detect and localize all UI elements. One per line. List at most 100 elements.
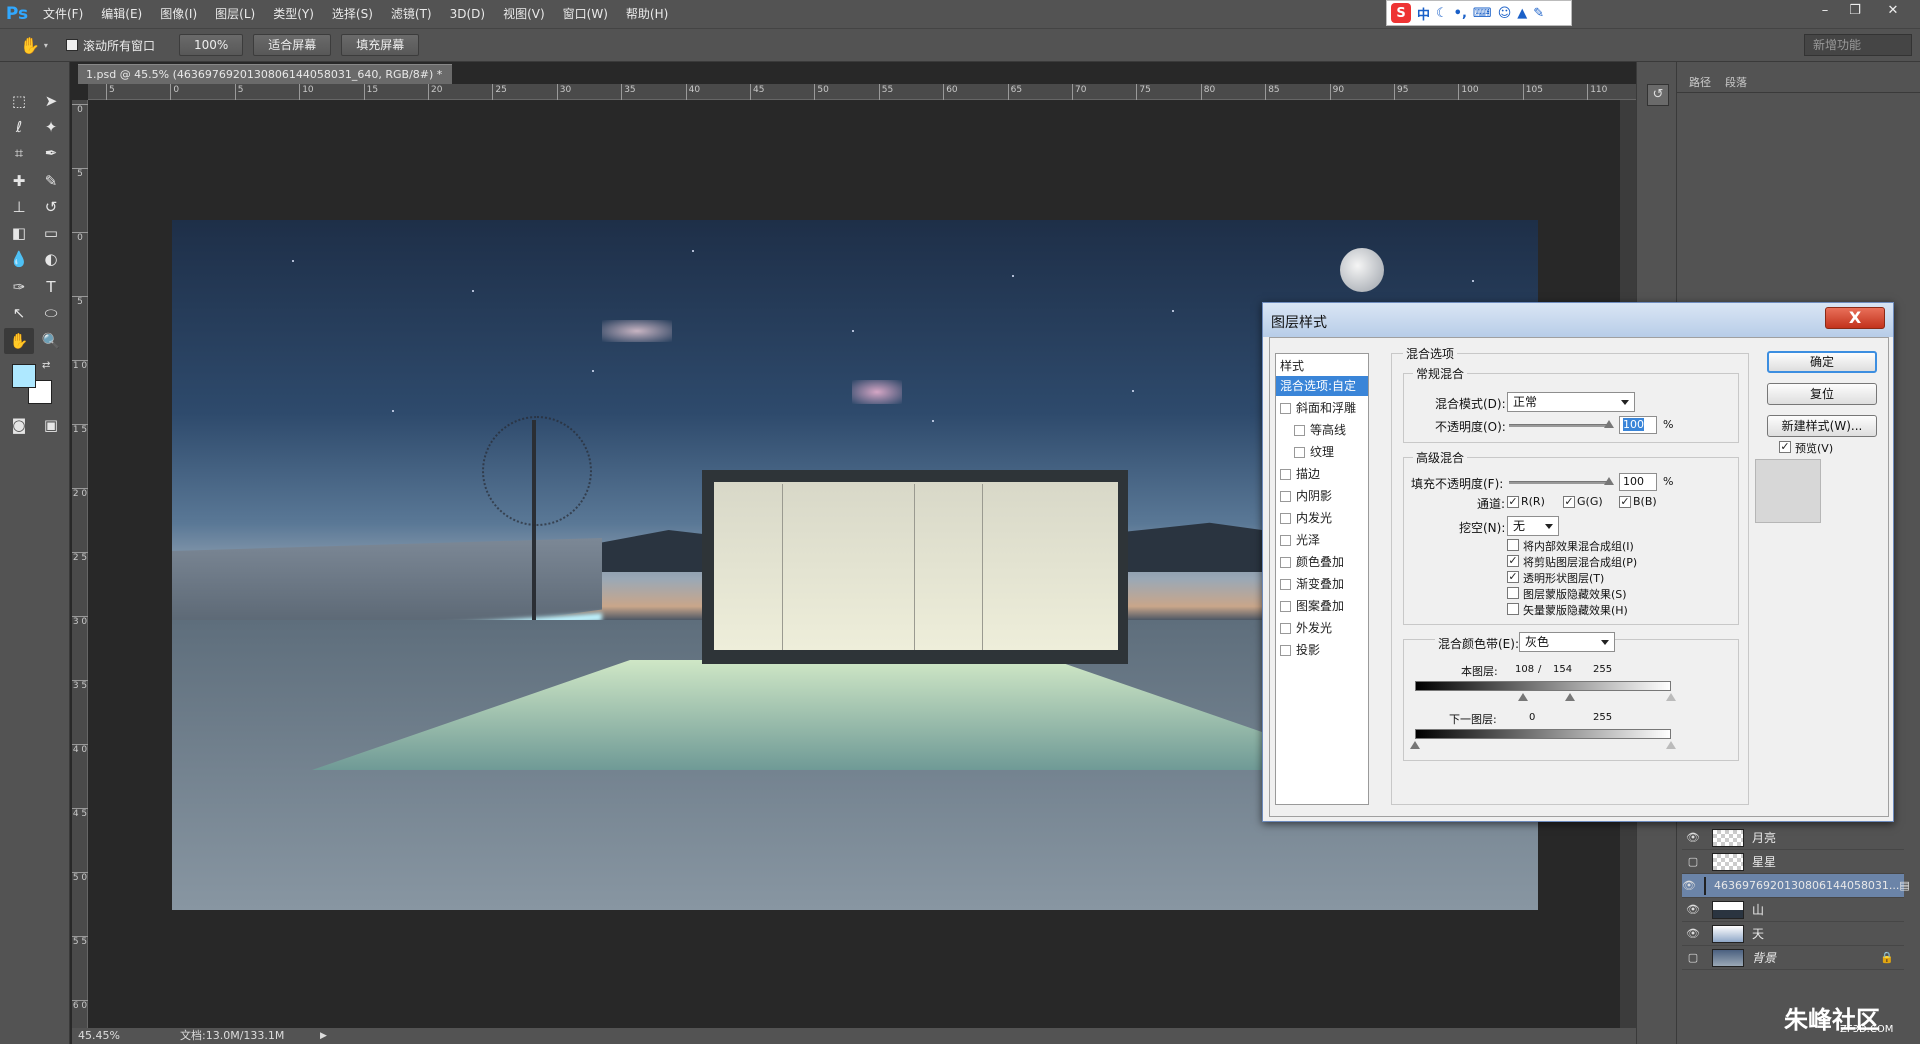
zoom-100-button[interactable]: 100% [178,34,244,56]
opacity-slider-track[interactable] [1509,424,1611,427]
channel-r-checkbox[interactable]: ✓ [1507,496,1519,508]
style-checkbox[interactable] [1280,557,1291,568]
moon-icon[interactable]: ☾ [1436,6,1448,21]
layer-row[interactable]: 👁 山 [1682,898,1904,922]
hand-tool-icon[interactable]: ✋ [4,328,34,354]
layer-row[interactable]: ▢ 星星 [1682,850,1904,874]
dodge-tool-icon[interactable]: ◐ [36,246,66,272]
eyedropper-tool-icon[interactable]: ✒ [36,140,66,166]
tab-paths[interactable]: 路径 [1689,74,1711,90]
move-tool-icon[interactable]: ➤ [36,88,66,114]
style-item-texture[interactable]: 纹理 [1276,442,1368,462]
style-item-blend-options[interactable]: 混合选项:自定 [1276,376,1368,396]
style-checkbox[interactable] [1280,491,1291,502]
swap-colors-icon[interactable]: ⇄ [42,360,50,371]
path-selection-icon[interactable]: ↖ [4,300,34,326]
screen-mode-icon[interactable]: ▣ [36,412,66,438]
styles-header[interactable]: 样式 [1276,356,1368,376]
this-layer-split-knob[interactable] [1564,693,1575,701]
user-icon[interactable]: ☺ [1498,6,1512,21]
menu-3d[interactable]: 3D(D) [441,0,494,28]
fill-opacity-slider-track[interactable] [1509,481,1611,484]
layer-name[interactable]: 天 [1752,925,1764,942]
style-item-pattern-overlay[interactable]: 图案叠加 [1276,596,1368,616]
tab-paragraph[interactable]: 段落 [1725,74,1747,90]
adv-checkbox-1[interactable]: ✓ [1507,555,1519,567]
underlying-black-knob[interactable] [1410,741,1420,749]
style-item-drop-shadow[interactable]: 投影 [1276,640,1368,660]
ok-button[interactable]: 确定 [1767,351,1877,373]
skin-icon[interactable]: ▲ [1517,6,1527,21]
new-style-button[interactable]: 新建样式(W)... [1767,415,1877,437]
layer-name[interactable]: 背景 [1752,949,1776,966]
horizontal-ruler[interactable]: 5 0 5 10 15 20 25 30 35 40 45 50 55 60 65 70 75 80 85 90 95 1… [88,84,1636,100]
style-item-contour[interactable]: 等高线 [1276,420,1368,440]
menu-type[interactable]: 类型(Y) [264,0,323,28]
layer-row[interactable]: 👁 月亮 [1682,826,1904,850]
channel-b-checkbox[interactable]: ✓ [1619,496,1631,508]
style-checkbox[interactable] [1280,579,1291,590]
style-item-stroke[interactable]: 描边 [1276,464,1368,484]
blend-mode-select[interactable]: 正常 [1507,392,1635,412]
quick-mask-icon[interactable]: ◙ [4,412,34,438]
style-checkbox[interactable] [1294,425,1305,436]
scroll-all-windows-checkbox[interactable] [65,39,78,51]
ime-mode-chinese[interactable]: 中 [1417,4,1430,23]
menu-filter[interactable]: 滤镜(T) [382,0,441,28]
punctuation-icon[interactable]: •, [1454,6,1467,21]
ime-toolbar[interactable]: S 中 ☾ •, ⌨ ☺ ▲ ✎ [1386,0,1572,26]
eye-icon[interactable]: 👁 [1682,903,1704,916]
document-tab[interactable]: 1.psd @ 45.5% (4636976920130806144058031… [78,64,452,101]
foreground-color-swatch[interactable] [12,364,36,388]
eye-hidden-icon[interactable]: ▢ [1682,951,1704,964]
brush-tool-icon[interactable]: ✎ [36,168,66,194]
menu-image[interactable]: 图像(I) [151,0,206,28]
eye-icon[interactable]: 👁 [1682,927,1704,940]
underlying-white-knob[interactable] [1666,741,1676,749]
gradient-tool-icon[interactable]: ▭ [36,220,66,246]
opacity-input[interactable]: 100 [1619,416,1657,434]
document-info[interactable]: 文档:13.0M/133.1M [180,1028,284,1044]
reset-button[interactable]: 复位 [1767,383,1877,405]
menu-edit[interactable]: 编辑(E) [92,0,151,28]
pen-tool-icon[interactable]: ✑ [4,274,34,300]
style-checkbox[interactable] [1280,403,1291,414]
fill-opacity-input[interactable]: 100 [1619,473,1657,491]
preview-checkbox[interactable]: ✓ [1779,441,1791,453]
menu-layer[interactable]: 图层(L) [206,0,264,28]
dialog-close-button[interactable]: X [1825,307,1885,329]
menu-view[interactable]: 视图(V) [494,0,554,28]
adv-checkbox-3[interactable] [1507,587,1519,599]
lasso-tool-icon[interactable]: ℓ [4,114,34,140]
knockout-select[interactable]: 无 [1507,516,1559,536]
fill-opacity-slider-knob[interactable] [1604,477,1614,485]
layer-name[interactable]: 4636976920130806144058031... [1714,879,1899,892]
history-brush-icon[interactable]: ↺ [36,194,66,220]
ellipse-tool-icon[interactable]: ⬭ [36,300,66,326]
style-item-gradient-overlay[interactable]: 渐变叠加 [1276,574,1368,594]
eye-hidden-icon[interactable]: ▢ [1682,855,1704,868]
hand-tool-icon[interactable]: ✋ [20,36,40,55]
minimize-button[interactable]: – [1812,2,1838,20]
this-layer-black-knob[interactable] [1518,693,1529,701]
close-app-button[interactable]: ✕ [1880,2,1906,20]
blend-if-select[interactable]: 灰色 [1519,632,1615,652]
style-item-outer-glow[interactable]: 外发光 [1276,618,1368,638]
style-checkbox[interactable] [1280,601,1291,612]
adv-checkbox-2[interactable]: ✓ [1507,571,1519,583]
style-item-inner-glow[interactable]: 内发光 [1276,508,1368,528]
dialog-titlebar[interactable] [1263,303,1893,337]
fit-screen-button[interactable]: 适合屏幕 [253,34,332,56]
vertical-ruler[interactable]: 0 5 0 5 1 0 1 5 2 0 2 5 3 0 3 5 4 0 4 5 5 0 5 5 6 0 [72,100,88,1030]
type-tool-icon[interactable]: T [36,274,66,300]
style-checkbox[interactable] [1280,645,1291,656]
layer-name[interactable]: 星星 [1752,853,1776,870]
eye-icon[interactable]: 👁 [1682,831,1704,844]
layer-row-selected[interactable]: 👁 4636976920130806144058031... ▤ [1682,874,1910,898]
history-panel-icon[interactable]: ↺ [1647,84,1669,106]
tools-icon[interactable]: ✎ [1533,6,1544,21]
style-checkbox[interactable] [1280,535,1291,546]
zoom-tool-icon[interactable]: 🔍 [36,328,66,354]
eraser-tool-icon[interactable]: ◧ [4,220,34,246]
this-layer-gradient[interactable] [1415,681,1671,691]
